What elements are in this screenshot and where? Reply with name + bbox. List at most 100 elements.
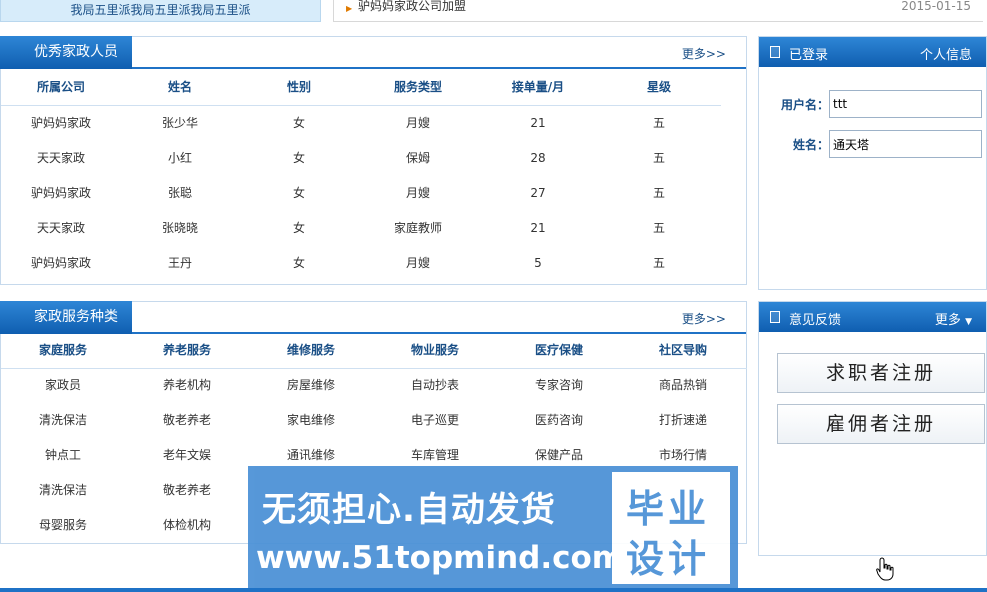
table-cell[interactable]: 张聪 bbox=[121, 176, 239, 211]
services-more-link[interactable]: 更多>> bbox=[682, 310, 726, 327]
table-cell[interactable]: 五 bbox=[599, 246, 719, 281]
column-header: 星级 bbox=[646, 80, 671, 94]
table-cell[interactable]: 天天家政 bbox=[1, 141, 121, 176]
table-cell[interactable]: 养老机构 bbox=[125, 368, 249, 403]
table-cell[interactable]: 家庭教师 bbox=[359, 211, 477, 246]
table-cell[interactable]: 天天家政 bbox=[1, 211, 121, 246]
table-row: 驴妈妈家政 张聪女月嫂 27 五 bbox=[1, 176, 719, 211]
column-header: 姓名 bbox=[167, 80, 192, 94]
username-label: 用户名： bbox=[780, 98, 829, 112]
table-row: 清洗保洁 敬老养老 家电维修 电子巡更 医药咨询 打折速递 bbox=[1, 403, 745, 438]
table-cell[interactable]: 商品热销 bbox=[621, 368, 745, 403]
more-label: 更多 bbox=[934, 313, 961, 328]
name-input[interactable] bbox=[829, 130, 982, 158]
panel-title: 优秀家政人员 bbox=[0, 36, 132, 69]
staff-more-link[interactable]: 更多>> bbox=[682, 45, 726, 62]
watermark-banner: 无须担心.自动发货 www.51topmind.com 毕业 设计 bbox=[248, 466, 738, 590]
table-cell[interactable]: 五 bbox=[599, 211, 719, 246]
table-row: 驴妈妈家政 王丹女月嫂 5 五 bbox=[1, 246, 719, 281]
table-cell[interactable]: 张晓晓 bbox=[121, 211, 239, 246]
profile-link[interactable]: 个人信息 bbox=[920, 44, 972, 63]
table-cell[interactable]: 母婴服务 bbox=[1, 508, 125, 543]
table-cell[interactable]: 自动抄表 bbox=[373, 368, 497, 403]
login-panel: 已登录 个人信息 用户名： 姓名： bbox=[758, 36, 987, 290]
table-cell[interactable]: 体检机构 bbox=[125, 508, 249, 543]
table-cell[interactable]: 张少华 bbox=[121, 106, 239, 141]
table-cell[interactable]: 王丹 bbox=[121, 246, 239, 281]
table-cell[interactable]: 打折速递 bbox=[621, 403, 745, 438]
document-icon bbox=[770, 46, 780, 58]
jobseeker-register-button[interactable]: 求职者注册 bbox=[777, 353, 985, 393]
top-banner-text: 我局五里派我局五里派我局五里派 bbox=[0, 0, 321, 22]
table-cell[interactable]: 五 bbox=[599, 141, 719, 176]
table-cell[interactable]: 敬老养老 bbox=[125, 403, 249, 438]
table-cell[interactable]: 27 bbox=[477, 176, 599, 211]
feedback-more-link[interactable]: 更多 ▼ bbox=[935, 309, 972, 328]
hand-cursor-icon bbox=[876, 557, 894, 581]
table-cell[interactable]: 女 bbox=[239, 211, 359, 246]
table-cell[interactable]: 驴妈妈家政 bbox=[1, 176, 121, 211]
table-cell[interactable]: 5 bbox=[477, 246, 599, 281]
table-row: 天天家政 小红女保姆 28 五 bbox=[1, 141, 719, 176]
table-cell[interactable]: 月嫂 bbox=[359, 106, 477, 141]
login-title: 已登录 bbox=[789, 48, 829, 63]
table-cell[interactable]: 21 bbox=[477, 106, 599, 141]
feedback-header: 意见反馈 更多 ▼ bbox=[759, 302, 986, 332]
table-cell[interactable]: 28 bbox=[477, 141, 599, 176]
table-cell[interactable]: 驴妈妈家政 bbox=[1, 106, 121, 141]
table-cell[interactable]: 老年文娱 bbox=[125, 438, 249, 473]
table-cell[interactable]: 敬老养老 bbox=[125, 473, 249, 508]
table-cell[interactable]: 房屋维修 bbox=[249, 368, 373, 403]
table-row: 家政员 养老机构 房屋维修 自动抄表 专家咨询 商品热销 bbox=[1, 368, 745, 403]
watermark-line1: 无须担心.自动发货 bbox=[262, 490, 556, 530]
table-cell[interactable]: 家电维修 bbox=[249, 403, 373, 438]
table-cell[interactable]: 家政员 bbox=[1, 368, 125, 403]
footer-bar bbox=[0, 588, 987, 592]
table-cell[interactable]: 专家咨询 bbox=[497, 368, 621, 403]
table-cell[interactable]: 驴妈妈家政 bbox=[1, 246, 121, 281]
table-cell[interactable]: 女 bbox=[239, 246, 359, 281]
table-cell[interactable]: 月嫂 bbox=[359, 246, 477, 281]
table-cell[interactable]: 钟点工 bbox=[1, 438, 125, 473]
table-cell[interactable]: 21 bbox=[477, 211, 599, 246]
column-header: 维修服务 bbox=[286, 343, 335, 357]
table-cell[interactable]: 保姆 bbox=[359, 141, 477, 176]
news-date: 2015-01-15 bbox=[901, 0, 971, 13]
table-row: 天天家政 张晓晓女家庭教师 21 五 bbox=[1, 211, 719, 246]
top-news-item[interactable]: ▶ 驴妈妈家政公司加盟 2015-01-15 bbox=[333, 0, 983, 22]
column-header: 社区导购 bbox=[658, 343, 707, 357]
bullet-arrow-icon: ▶ bbox=[346, 4, 353, 13]
caret-down-icon: ▼ bbox=[965, 317, 972, 327]
table-cell[interactable]: 小红 bbox=[121, 141, 239, 176]
table-cell[interactable]: 清洗保洁 bbox=[1, 473, 125, 508]
table-cell[interactable]: 女 bbox=[239, 106, 359, 141]
watermark-badge-line2: 设计 bbox=[626, 537, 711, 581]
column-header: 所属公司 bbox=[36, 80, 85, 94]
table-row: 驴妈妈家政 张少华女月嫂 21 五 bbox=[1, 106, 719, 141]
employer-register-button[interactable]: 雇佣者注册 bbox=[777, 404, 985, 444]
table-cell[interactable]: 清洗保洁 bbox=[1, 403, 125, 438]
panel-title: 家政服务种类 bbox=[0, 301, 132, 334]
table-cell[interactable]: 女 bbox=[239, 176, 359, 211]
table-cell[interactable]: 月嫂 bbox=[359, 176, 477, 211]
table-cell[interactable]: 医药咨询 bbox=[497, 403, 621, 438]
news-title-link[interactable]: 驴妈妈家政公司加盟 bbox=[358, 0, 466, 12]
username-input[interactable] bbox=[829, 90, 982, 118]
feedback-title: 意见反馈 bbox=[789, 313, 842, 328]
table-cell[interactable]: 五 bbox=[599, 106, 719, 141]
panel-header: 优秀家政人员 更多>> bbox=[0, 36, 746, 69]
column-header: 性别 bbox=[286, 80, 311, 94]
watermark-badge-line1: 毕业 bbox=[626, 487, 711, 531]
panel-header: 家政服务种类 更多>> bbox=[0, 301, 746, 334]
column-header: 医疗保健 bbox=[534, 343, 583, 357]
column-header: 服务类型 bbox=[393, 80, 442, 94]
feedback-panel: 意见反馈 更多 ▼ 求职者注册 雇佣者注册 bbox=[758, 301, 987, 556]
table-cell[interactable]: 五 bbox=[599, 176, 719, 211]
table-cell[interactable]: 女 bbox=[239, 141, 359, 176]
watermark-url: www.51topmind.com bbox=[256, 540, 625, 576]
watermark-badge: 毕业 设计 bbox=[612, 472, 730, 584]
column-header: 家庭服务 bbox=[38, 343, 87, 357]
table-cell[interactable]: 电子巡更 bbox=[373, 403, 497, 438]
table-header-row: 家庭服务 养老服务 维修服务 物业服务 医疗保健 社区导购 bbox=[1, 333, 745, 368]
column-header: 物业服务 bbox=[410, 343, 459, 357]
